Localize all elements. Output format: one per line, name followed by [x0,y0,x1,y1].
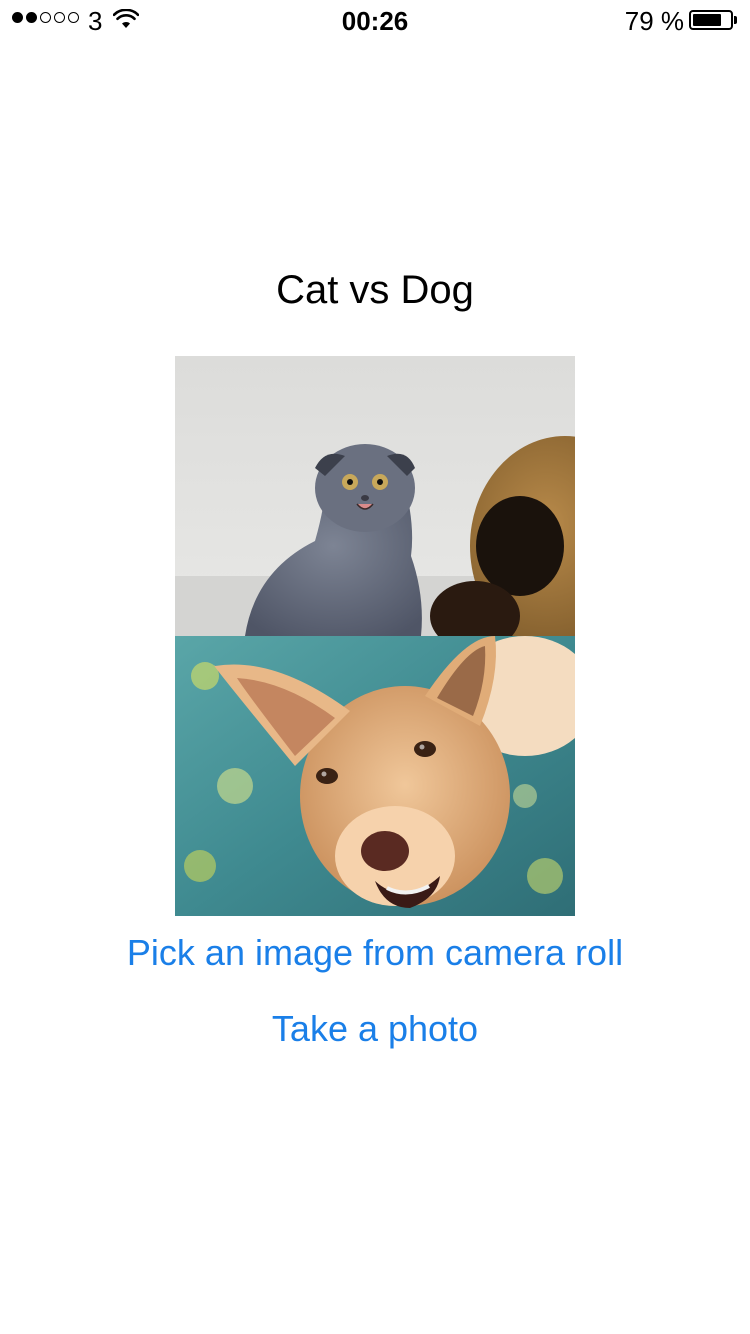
dog-photo [175,636,575,916]
take-photo-button[interactable]: Take a photo [0,1008,750,1050]
battery-percentage: 79 % [624,6,684,36]
battery-icon [689,10,733,30]
cat-photo [175,356,575,636]
page-title: Cat vs Dog [276,268,474,312]
pick-from-camera-roll-button[interactable]: Pick an image from camera roll [0,932,750,974]
battery-level-fill [693,14,722,26]
status-bar: 3 00:26 79 % [0,0,750,40]
battery-terminal [734,16,737,24]
